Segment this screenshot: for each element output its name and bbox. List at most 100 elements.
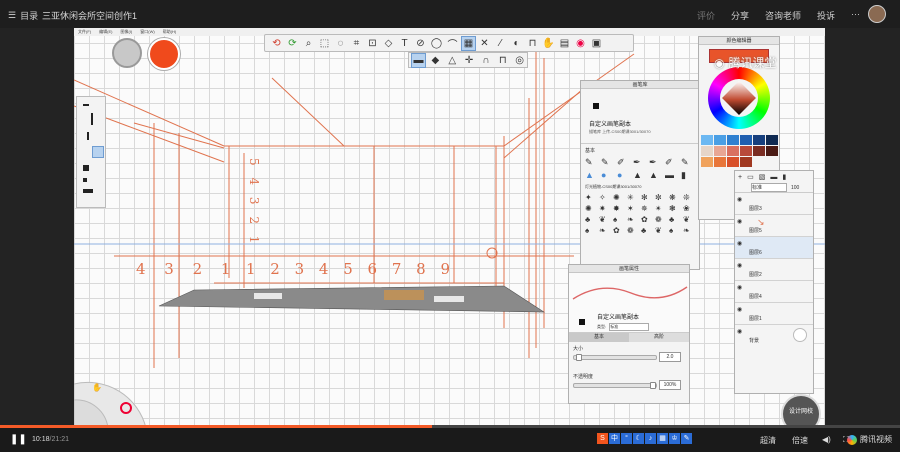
share-button[interactable]: 分享 [731,9,749,22]
avatar[interactable] [868,5,886,23]
color-swatch[interactable] [740,135,752,145]
brush-stamp-icon[interactable]: ✧ [599,193,611,202]
eye-icon[interactable]: ◉ [737,284,742,291]
color-swatch[interactable] [753,135,765,145]
quality-button[interactable]: 超清 [760,435,776,446]
marker-brush-icon[interactable]: ✐ [617,157,631,168]
undo-icon[interactable]: ⟲ [269,36,284,51]
eye-icon[interactable]: ◉ [737,218,742,225]
brush-library-icon[interactable]: ✋ [541,36,556,51]
color-swatch[interactable] [701,135,713,145]
lock-icon[interactable]: ⊓ [495,53,510,68]
image-layer-icon[interactable]: ▧ [759,173,766,181]
three-point-icon[interactable]: △ [445,53,460,68]
folder-icon[interactable]: ▭ [747,173,754,181]
opacity-slider[interactable] [573,382,657,389]
brush-stamp-icon[interactable]: ❋ [669,193,681,202]
snap-icon[interactable]: ∩ [478,53,493,68]
color-swatch[interactable] [727,157,739,167]
brush-preset-icon[interactable] [91,113,93,125]
perspective-grid-icon[interactable]: ▦ [461,35,476,51]
brush-stamp-icon[interactable]: ✳ [627,193,639,202]
size-slider[interactable] [573,354,657,361]
volume-icon[interactable]: ◀) [822,435,831,444]
plant-stamp-icon[interactable]: ♣ [669,215,681,224]
french-curve-icon[interactable]: ⌒ [445,36,460,51]
pencil-brush-icon[interactable]: ✎ [681,157,695,168]
opacity-value[interactable]: 100% [659,380,681,390]
plant-stamp-icon[interactable]: ♣ [585,215,597,224]
primary-color-swatch[interactable] [148,38,180,70]
eye-icon[interactable]: ◉ [737,240,742,247]
fill-icon[interactable]: ◐ [509,36,524,51]
plant-stamp-icon[interactable]: ♠ [669,226,681,235]
color-swatch[interactable] [740,157,752,167]
symmetry-icon[interactable]: ✕ [477,36,492,51]
more-button[interactable]: ··· [851,9,860,22]
type-select[interactable]: 标准 [609,323,650,331]
plant-stamp-icon[interactable]: ❦ [655,226,667,235]
color-swatch[interactable] [766,135,778,145]
brush-stamp-icon[interactable]: ✦ [585,193,597,202]
brush-stamp-icon[interactable]: ✶ [627,204,639,213]
background-color-dot[interactable] [793,328,807,342]
video-frame[interactable]: 文件(F) 编辑(E) 图像(I) 窗口(W) 帮助(H) 5 4 3 2 1 … [74,28,825,428]
plant-stamp-icon[interactable]: ✿ [641,215,653,224]
color-swatch[interactable] [740,146,752,156]
brush-stamp-icon[interactable]: ✴ [655,204,667,213]
plant-stamp-icon[interactable]: ❧ [627,215,639,224]
pencil-brush-icon[interactable]: ✎ [585,157,599,168]
marker-brush-icon[interactable]: ✐ [665,157,679,168]
color-swatch[interactable] [701,157,713,167]
zoom-icon[interactable]: ⌕ [301,36,316,51]
tab-basic[interactable]: 基本 [569,333,629,342]
triangle-brush-icon[interactable]: ▲ [633,170,647,181]
color-swatch[interactable] [727,146,739,156]
transform-icon[interactable]: ⊡ [365,36,380,51]
pause-icon[interactable]: ❚❚ [10,434,27,445]
ruler-icon[interactable]: ⊘ [413,36,428,51]
layer-row[interactable]: ◉ ↘ 图层5 [735,215,813,237]
secondary-color-swatch[interactable] [112,38,142,68]
swatches-icon[interactable]: ▣ [589,36,604,51]
brush-stamp-icon[interactable]: ❃ [669,204,681,213]
plant-stamp-icon[interactable]: ♣ [641,226,653,235]
brush-preset-icon[interactable] [83,178,87,182]
speed-button[interactable]: 倍速 [792,435,808,446]
ask-teacher-button[interactable]: 咨询老师 [765,9,801,22]
plant-stamp-icon[interactable]: ♠ [613,215,625,224]
pencil-brush-icon[interactable]: ✎ [601,157,615,168]
tab-advanced[interactable]: 高阶 [629,333,689,342]
visibility-icon[interactable]: ◎ [512,53,527,68]
plant-stamp-icon[interactable]: ♠ [585,226,597,235]
crop-icon[interactable]: ⌗ [349,36,364,51]
lagoon-menu[interactable]: ✋ [74,374,154,428]
eye-icon[interactable]: ◉ [737,306,742,313]
ellipse-icon[interactable]: ◯ [429,36,444,51]
brush-stamp-icon[interactable]: ✺ [613,193,625,202]
layer-row[interactable]: ◉ 图层2 [735,259,813,281]
ime-skin-icon[interactable]: ♔ [669,433,680,444]
brush-preset-icon[interactable] [83,165,89,171]
brush-preset-selected[interactable] [92,146,104,158]
one-point-icon[interactable]: ▬ [411,52,426,68]
color-swatch[interactable] [727,135,739,145]
pen-brush-icon[interactable]: ✒ [633,157,647,168]
plant-stamp-icon[interactable]: ❁ [655,215,667,224]
color-wheel-icon[interactable]: ◉ [573,36,588,51]
stroke-icon[interactable]: ⁄ [493,36,508,51]
layer-row[interactable]: ◉ 图层1 [735,303,813,325]
plant-stamp-icon[interactable]: ❁ [627,226,639,235]
brush-stamp-icon[interactable]: ✵ [641,204,653,213]
color-swatch[interactable] [701,146,713,156]
redo-icon[interactable]: ⟳ [285,36,300,51]
water-brush-icon[interactable]: ● [617,170,631,181]
text-icon[interactable]: T [397,36,412,51]
brush-stamp-icon[interactable]: ✷ [599,204,611,213]
brush-stamp-icon[interactable]: ✺ [585,204,597,213]
plant-stamp-icon[interactable]: ❦ [683,215,695,224]
move-grid-icon[interactable]: ✛ [462,53,477,68]
report-button[interactable]: 投诉 [817,9,835,22]
layer-row[interactable]: ◉ 图层4 [735,281,813,303]
ime-tools-icon[interactable]: ✎ [681,433,692,444]
